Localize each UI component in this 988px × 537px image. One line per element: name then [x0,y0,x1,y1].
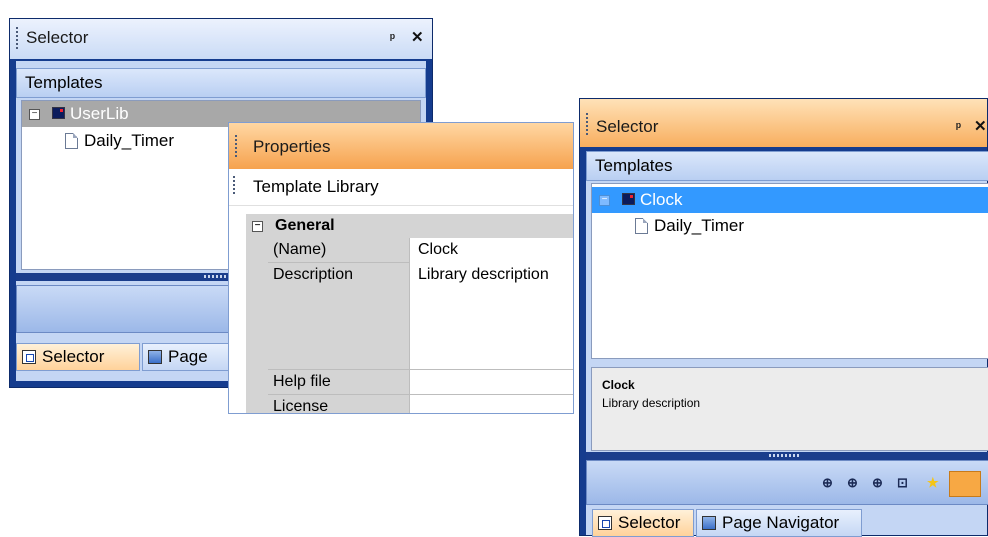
close-icon[interactable]: ✕ [974,117,987,135]
tab-selector[interactable]: Selector [16,343,140,371]
property-row[interactable]: License [268,395,573,414]
insert-d-icon[interactable]: ⊕ [872,475,883,491]
page-navigator-icon [702,516,716,530]
page-navigator-icon [148,350,162,364]
property-row[interactable]: (Name) Clock [268,238,573,263]
insert-bracket-icon[interactable]: ⊡ [897,475,908,491]
object-type-label: Template Library [253,177,379,196]
selector-toolbar: ⊕ ⊕ ⊕ ⊡ ★ [586,460,988,505]
tab-page-navigator[interactable]: Page Navigator [696,509,862,537]
library-icon [52,107,65,119]
tree-item-clock[interactable]: − Clock [592,187,988,213]
property-name: Description [273,266,354,283]
property-name: Help file [273,373,331,390]
insert-s-icon[interactable]: ⊕ [822,475,833,491]
template-tree[interactable]: − Clock Daily_Timer [591,183,988,359]
tree-item-label: Daily_Timer [654,216,745,235]
description-title: Clock [602,378,635,392]
category-label: General [275,217,335,234]
tree-item-label: Daily_Timer [84,131,175,150]
splitter-grip [769,454,799,457]
templates-header: Templates [16,68,426,98]
panel-icon[interactable] [949,471,981,497]
property-value[interactable] [409,370,573,394]
insert-r-icon[interactable]: ⊕ [847,475,858,491]
template-doc-icon [635,218,648,234]
tree-item-label: UserLib [70,104,129,123]
category-general[interactable]: − General [246,214,573,238]
drag-grip[interactable] [16,27,18,49]
right-selector-window: Selector ᵖ ✕ Templates − Clock Daily_Tim… [579,98,988,537]
pin-icon[interactable]: ᵖ [956,119,961,134]
tab-label: Selector [618,513,681,532]
pin-icon[interactable]: ᵖ [390,30,395,45]
template-doc-icon [65,133,78,149]
property-grid: − General (Name) Clock Description Libra… [246,214,573,413]
right-selector-titlebar[interactable]: Selector ᵖ ✕ [580,99,987,147]
tree-item-daily-timer[interactable]: Daily_Timer [592,213,988,239]
panel-splitter[interactable] [586,452,988,460]
window-title: Properties [253,137,331,156]
description-panel: Clock Library description [591,367,988,451]
collapse-icon[interactable]: − [252,221,263,232]
tree-item-label: Clock [640,190,683,209]
selector-icon [22,350,36,364]
object-type-bar[interactable]: Template Library [229,169,573,206]
collapse-icon[interactable]: − [599,195,610,206]
window-title: Selector [596,117,659,136]
selector-icon [598,516,612,530]
window-title: Selector [26,28,89,47]
property-row[interactable]: Description Library description [268,262,573,370]
tab-page-navigator[interactable]: Page [142,343,242,371]
property-name: (Name) [273,241,327,258]
tab-label: Page [168,347,208,366]
property-value[interactable] [409,395,573,413]
tab-label: Selector [42,347,105,366]
left-selector-titlebar[interactable]: Selector ᵖ ✕ [10,19,432,59]
star-icon[interactable]: ★ [927,475,939,491]
description-text: Library description [602,396,701,410]
tab-selector[interactable]: Selector [592,509,694,537]
collapse-icon[interactable]: − [29,109,40,120]
property-value[interactable]: Library description [409,262,573,369]
properties-titlebar[interactable]: Properties [229,123,573,169]
drag-grip[interactable] [235,135,237,157]
library-icon [622,193,635,205]
property-row[interactable]: Help file [268,370,573,395]
properties-window: Properties Template Library − General (N… [228,122,574,414]
drag-grip [233,176,235,196]
right-selector-body: Templates − Clock Daily_Timer Clock Libr… [586,151,988,537]
templates-header: Templates [586,151,988,181]
drag-grip[interactable] [586,113,588,135]
property-value[interactable]: Clock [409,238,573,262]
property-name: License [273,398,329,414]
close-icon[interactable]: ✕ [411,28,424,46]
tab-label: Page Navigator [722,513,840,532]
